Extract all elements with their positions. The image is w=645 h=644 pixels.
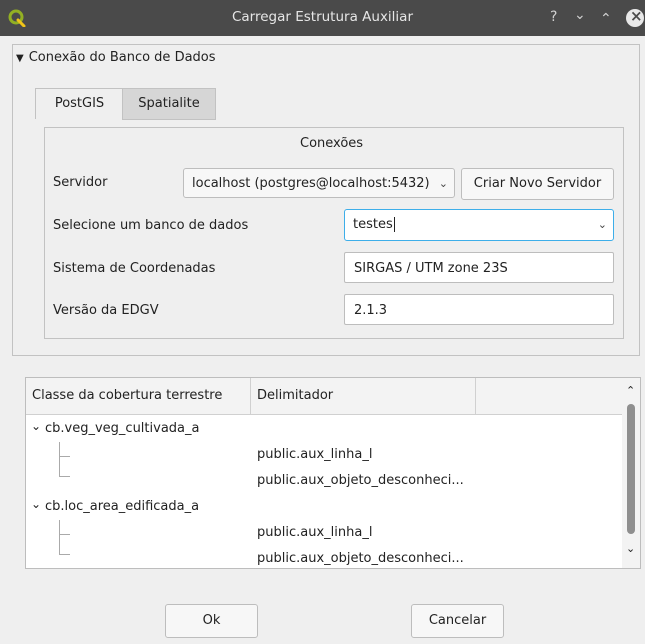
expand-chevron-icon[interactable]: ⌄ xyxy=(31,491,41,517)
delimiter-name: public.aux_linha_l xyxy=(257,447,373,462)
tab-postgis[interactable]: PostGIS xyxy=(35,88,124,119)
chevron-down-icon: ⌄ xyxy=(597,218,607,231)
scroll-down-icon[interactable]: ⌄ xyxy=(626,542,635,555)
tab-postgis-label: PostGIS xyxy=(54,96,105,111)
text-cursor xyxy=(393,217,395,232)
column-header-class[interactable]: Classe da cobertura terrestre xyxy=(26,378,251,414)
create-server-button[interactable]: Criar Novo Servidor xyxy=(461,168,614,200)
chevron-down-icon: ⌄ xyxy=(436,169,448,197)
vertical-scrollbar[interactable]: ⌃ ⌄ xyxy=(622,378,640,568)
collapse-triangle-icon[interactable]: ▼ xyxy=(16,53,24,64)
column-header-delimiter[interactable]: Delimitador xyxy=(251,378,476,414)
maximize-button[interactable]: ⌃ xyxy=(600,11,612,27)
close-icon: × xyxy=(630,7,643,25)
connections-title: Conexões xyxy=(300,136,364,151)
tree-row[interactable]: ⌄ cb.loc_area_edificada_a xyxy=(26,494,622,520)
edgv-field[interactable]: 2.1.3 xyxy=(344,294,614,325)
delimiter-name: public.aux_objeto_desconheci... xyxy=(257,473,464,488)
delimiter-name: public.aux_objeto_desconheci... xyxy=(257,551,464,566)
ok-button-label: Ok xyxy=(202,613,221,628)
class-name: cb.loc_area_edificada_a xyxy=(45,499,200,514)
tree-row[interactable]: public.aux_linha_l xyxy=(26,520,622,546)
crs-label: Sistema de Coordenadas xyxy=(53,261,216,276)
cancel-button[interactable]: Cancelar xyxy=(411,604,504,638)
server-label: Servidor xyxy=(53,175,108,190)
column-header-extra[interactable] xyxy=(476,378,623,414)
tree-branch-line xyxy=(59,534,70,555)
help-button[interactable]: ? xyxy=(550,9,557,25)
tree-row[interactable]: public.aux_linha_l xyxy=(26,442,622,468)
delimiter-name: public.aux_linha_l xyxy=(257,525,373,540)
tree-header: Classe da cobertura terrestre Delimitado… xyxy=(26,378,640,415)
tree-branch-line xyxy=(59,520,70,535)
class-name: cb.veg_veg_cultivada_a xyxy=(45,421,200,436)
group-header-label: Conexão do Banco de Dados xyxy=(28,50,216,65)
title-bar: Carregar Estrutura Auxiliar ? ⌄ ⌃ × xyxy=(0,0,645,36)
tree-row[interactable]: public.aux_objeto_desconheci... xyxy=(26,456,622,494)
tree-row[interactable]: public.aux_objeto_desconheci... xyxy=(26,534,622,568)
database-select-value: testes xyxy=(353,217,393,232)
server-select[interactable]: localhost (postgres@localhost:5432) ⌄ xyxy=(183,168,455,198)
close-button[interactable]: × xyxy=(626,7,644,27)
minimize-button[interactable]: ⌄ xyxy=(574,7,586,23)
scrollbar-thumb[interactable] xyxy=(627,404,635,534)
ok-button[interactable]: Ok xyxy=(165,604,258,638)
group-header[interactable]: ▼ Conexão do Banco de Dados xyxy=(16,50,216,65)
tab-spatialite-label: Spatialite xyxy=(138,96,200,111)
tree-row[interactable]: ⌄ cb.veg_veg_cultivada_a xyxy=(26,416,622,442)
window-title: Carregar Estrutura Auxiliar xyxy=(231,9,414,25)
expand-chevron-icon[interactable]: ⌄ xyxy=(31,413,41,439)
tree-branch-line xyxy=(59,442,70,457)
edgv-label: Versão da EDGV xyxy=(53,303,159,318)
database-select[interactable]: testes ⌄ xyxy=(344,209,614,241)
crs-field[interactable]: SIRGAS / UTM zone 23S xyxy=(344,252,614,283)
database-label: Selecione um banco de dados xyxy=(53,218,249,233)
cancel-button-label: Cancelar xyxy=(428,613,487,628)
tab-spatialite[interactable]: Spatialite xyxy=(122,88,216,120)
scroll-up-icon[interactable]: ⌃ xyxy=(626,384,635,397)
class-tree-view[interactable]: Classe da cobertura terrestre Delimitado… xyxy=(25,377,641,569)
create-server-label: Criar Novo Servidor xyxy=(473,176,602,191)
tree-branch-line xyxy=(59,456,70,477)
server-select-value: localhost (postgres@localhost:5432) xyxy=(192,176,430,191)
